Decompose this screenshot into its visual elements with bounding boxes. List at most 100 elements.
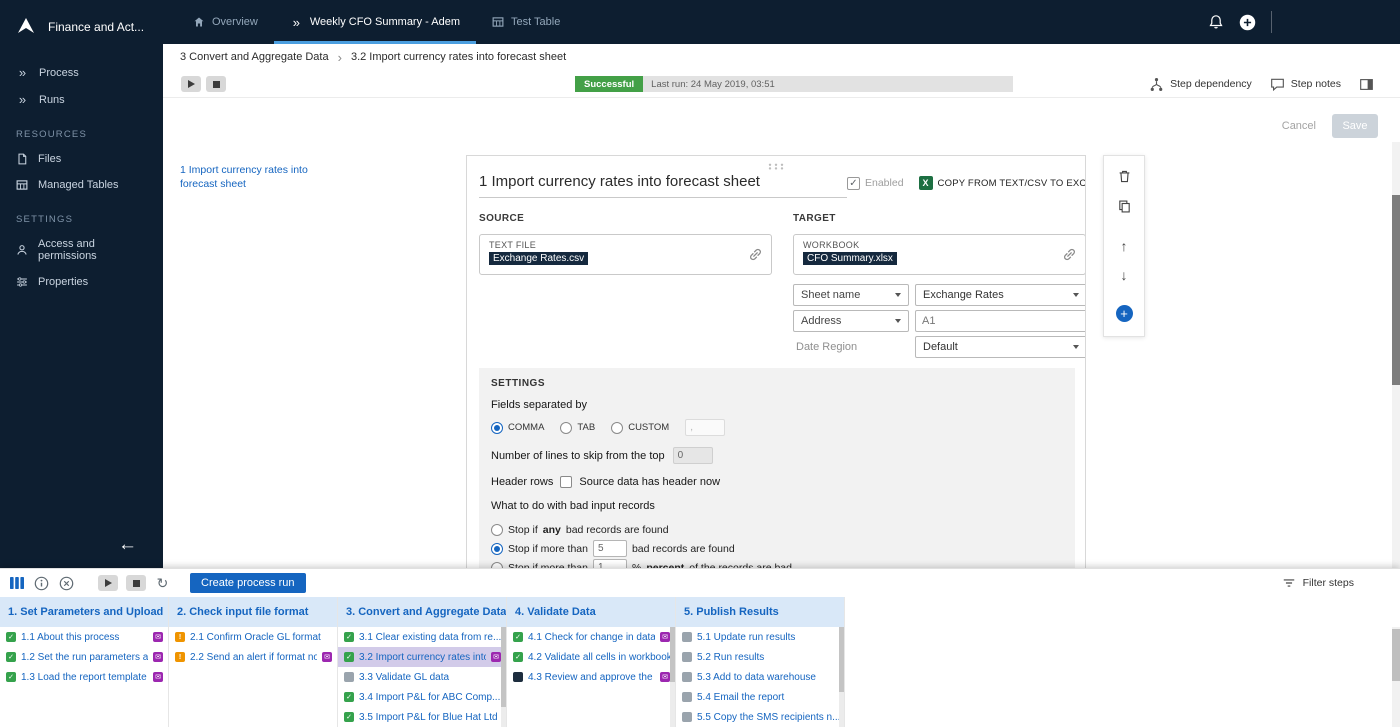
tab-overview[interactable]: Overview bbox=[177, 0, 274, 44]
link-icon[interactable] bbox=[1062, 247, 1077, 265]
filter-steps-button[interactable]: Filter steps bbox=[1282, 576, 1354, 590]
manual-status-icon bbox=[513, 672, 523, 682]
stop-if-any-radio[interactable]: Stop if any bad records are found bbox=[491, 520, 1063, 539]
dependency-branch-icon bbox=[1149, 77, 1164, 92]
group-2-title[interactable]: 2. Check input file format bbox=[169, 597, 337, 627]
move-step-down-button[interactable] bbox=[1121, 267, 1128, 283]
bad-records-percent-input[interactable] bbox=[593, 559, 627, 568]
sidebar-item-process[interactable]: Process bbox=[0, 59, 163, 86]
tab-weekly-cfo-summary[interactable]: Weekly CFO Summary - Adem bbox=[274, 0, 476, 44]
header-rows-checkbox[interactable] bbox=[560, 476, 572, 488]
drag-handle-icon[interactable] bbox=[767, 161, 785, 173]
breadcrumb-group[interactable]: 3 Convert and Aggregate Data bbox=[180, 51, 329, 63]
column-scrollbar[interactable] bbox=[839, 627, 844, 727]
scrollbar-thumb[interactable] bbox=[1392, 629, 1400, 681]
step-3-5[interactable]: 3.5 Import P&L for Blue Hat Ltd bbox=[338, 707, 506, 727]
step-2-2[interactable]: 2.2 Send an alert if format not c... bbox=[169, 647, 337, 667]
board-view-button[interactable] bbox=[8, 575, 25, 592]
tab-label: Overview bbox=[212, 16, 258, 28]
sidebar-item-runs[interactable]: Runs bbox=[0, 86, 163, 113]
address-input[interactable] bbox=[915, 310, 1086, 332]
separator-tab-radio[interactable]: TAB bbox=[560, 422, 595, 434]
step-3-4[interactable]: 3.4 Import P&L for ABC Comp... bbox=[338, 687, 506, 707]
step-dependency-button[interactable]: Step dependency bbox=[1149, 77, 1252, 92]
step-2-1[interactable]: 2.1 Confirm Oracle GL format bbox=[169, 627, 337, 647]
step-5-3[interactable]: 5.3 Add to data warehouse bbox=[676, 667, 844, 687]
create-process-run-button[interactable]: Create process run bbox=[190, 573, 306, 593]
cancel-button[interactable]: Cancel bbox=[1282, 120, 1316, 132]
step-notes-button[interactable]: Step notes bbox=[1270, 77, 1341, 92]
collapse-sidebar-back-arrow-icon[interactable] bbox=[118, 534, 137, 556]
step-5-4[interactable]: 5.4 Email the report bbox=[676, 687, 844, 707]
duplicate-step-button[interactable] bbox=[1117, 198, 1132, 214]
step-5-1[interactable]: 5.1 Update run results bbox=[676, 627, 844, 647]
target-file-chip[interactable]: CFO Summary.xlsx bbox=[803, 252, 897, 265]
step-4-1[interactable]: 4.1 Check for change in data str... bbox=[507, 627, 675, 647]
bottom-scrollbar[interactable] bbox=[1392, 627, 1400, 727]
more-button[interactable] bbox=[1359, 77, 1380, 92]
sheet-name-select[interactable]: Sheet name bbox=[793, 284, 909, 306]
source-file-box[interactable]: TEXT FILE Exchange Rates.csv bbox=[479, 234, 772, 275]
skip-lines-label: Number of lines to skip from the top bbox=[491, 450, 665, 462]
step-4-3[interactable]: 4.3 Review and approve the file bbox=[507, 667, 675, 687]
target-heading: TARGET bbox=[793, 213, 836, 224]
brand[interactable]: Finance and Act... bbox=[0, 0, 163, 59]
step-5-2[interactable]: 5.2 Run results bbox=[676, 647, 844, 667]
step-title-input[interactable]: 1 Import currency rates into forecast sh… bbox=[479, 173, 847, 198]
separator-custom-radio[interactable]: CUSTOM bbox=[611, 422, 669, 434]
custom-separator-input[interactable] bbox=[685, 419, 725, 436]
stop-process-button[interactable] bbox=[126, 575, 146, 591]
separator-comma-radio[interactable]: COMMA bbox=[491, 422, 544, 434]
bad-records-count-input[interactable] bbox=[593, 540, 627, 557]
group-3-title[interactable]: 3. Convert and Aggregate Data bbox=[338, 597, 506, 627]
stop-step-button[interactable] bbox=[206, 76, 226, 92]
columns-filler bbox=[845, 597, 1400, 727]
delete-step-button[interactable] bbox=[1117, 168, 1132, 184]
notifications-bell-icon[interactable] bbox=[1207, 14, 1224, 31]
move-step-up-button[interactable] bbox=[1121, 238, 1128, 254]
date-region-select[interactable]: Default bbox=[915, 336, 1086, 358]
save-button[interactable]: Save bbox=[1332, 114, 1378, 138]
stop-if-percent-radio[interactable]: Stop if more than % percent of the recor… bbox=[491, 558, 1063, 568]
add-new-button[interactable] bbox=[1239, 14, 1256, 31]
sidebar-item-managed-tables[interactable]: Managed Tables bbox=[0, 172, 163, 198]
step-3-1[interactable]: 3.1 Clear existing data from re... bbox=[338, 627, 506, 647]
enabled-checkbox[interactable] bbox=[847, 177, 860, 190]
step-1-1[interactable]: 1.1 About this process bbox=[0, 627, 168, 647]
scrollbar-thumb[interactable] bbox=[1392, 195, 1400, 385]
add-step-button[interactable] bbox=[1116, 305, 1133, 322]
column-scrollbar[interactable] bbox=[670, 627, 675, 727]
group-4-title[interactable]: 4. Validate Data bbox=[507, 597, 675, 627]
source-file-chip[interactable]: Exchange Rates.csv bbox=[489, 252, 588, 265]
step-3-3[interactable]: 3.3 Validate GL data bbox=[338, 667, 506, 687]
run-history-icon[interactable] bbox=[154, 575, 171, 592]
step-4-2[interactable]: 4.2 Validate all cells in workbook bbox=[507, 647, 675, 667]
sidebar-item-access-permissions[interactable]: Access and permissions bbox=[0, 231, 163, 269]
settings-panel: SETTINGS Fields separated by COMMA TAB C… bbox=[479, 368, 1075, 568]
step-5-5[interactable]: 5.5 Copy the SMS recipients n... bbox=[676, 707, 844, 727]
breadcrumb-step[interactable]: 3.2 Import currency rates into forecast … bbox=[351, 51, 566, 63]
info-button[interactable] bbox=[33, 575, 50, 592]
column-scrollbar[interactable] bbox=[501, 627, 506, 727]
sidebar-item-properties[interactable]: Properties bbox=[0, 269, 163, 295]
stop-if-count-radio[interactable]: Stop if more than bad records are found bbox=[491, 539, 1063, 558]
run-process-button[interactable] bbox=[98, 575, 118, 591]
topbar-actions bbox=[1207, 0, 1272, 44]
group-1-title[interactable]: 1. Set Parameters and Upload bbox=[0, 597, 168, 627]
step-3-2[interactable]: 3.2 Import currency rates into ... bbox=[338, 647, 506, 667]
address-select[interactable]: Address bbox=[793, 310, 909, 332]
close-button[interactable] bbox=[58, 575, 75, 592]
sheet-name-value-select[interactable]: Exchange Rates bbox=[915, 284, 1086, 306]
step-1-3[interactable]: 1.3 Load the report template bbox=[0, 667, 168, 687]
sidebar-item-files[interactable]: Files bbox=[0, 146, 163, 172]
step-outline-label[interactable]: 1 Import currency rates into forecast sh… bbox=[180, 164, 335, 191]
run-step-button[interactable] bbox=[181, 76, 201, 92]
step-1-2[interactable]: 1.2 Set the run parameters and ... bbox=[0, 647, 168, 667]
comment-icon bbox=[1270, 77, 1285, 92]
target-file-box[interactable]: WORKBOOK CFO Summary.xlsx bbox=[793, 234, 1086, 275]
link-icon[interactable] bbox=[748, 247, 763, 265]
idle-status-icon bbox=[682, 652, 692, 662]
tab-test-table[interactable]: Test Table bbox=[476, 0, 576, 44]
group-5-title[interactable]: 5. Publish Results bbox=[676, 597, 844, 627]
skip-lines-input[interactable] bbox=[673, 447, 713, 464]
